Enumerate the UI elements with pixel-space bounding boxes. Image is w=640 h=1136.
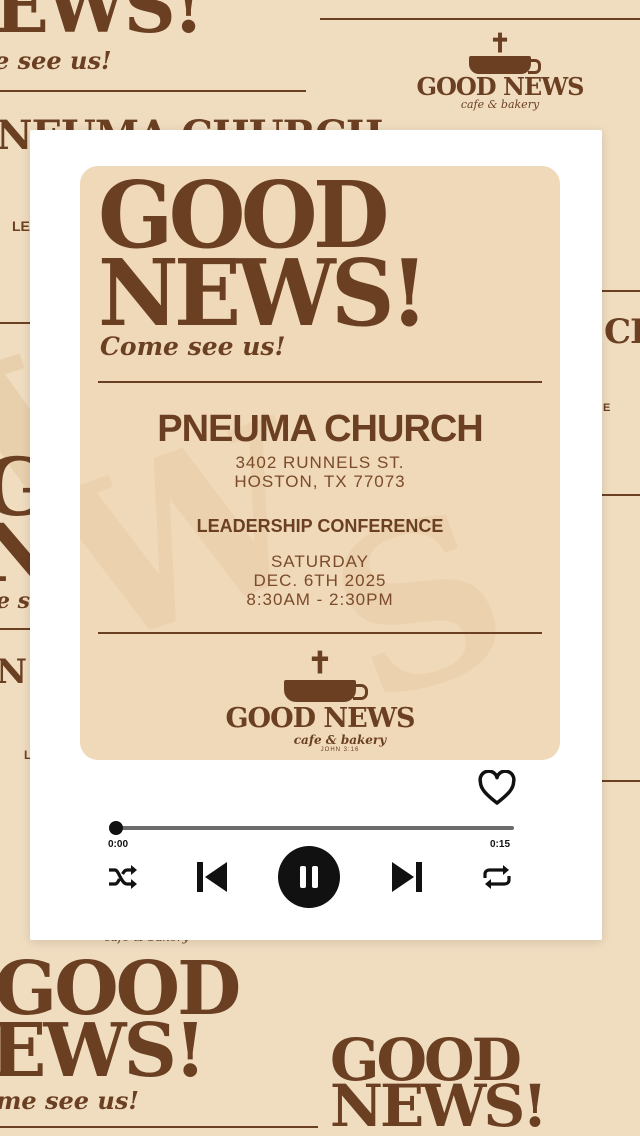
cafe-logo: ✝ GOOD NEWS cafe & bakery JOHN 3:16 <box>80 647 560 754</box>
logo-sub: cafe & bakery <box>293 733 387 747</box>
bg-logo-word: GOOD NEWS <box>416 72 585 101</box>
cross-icon: ✝ <box>489 28 511 58</box>
next-icon[interactable] <box>388 858 426 896</box>
venue-name: PNEUMA CHURCH <box>157 408 483 450</box>
venue-address: 3402 RUNNELS ST. HOSTON, TX 77073 <box>80 453 560 491</box>
poster-headline: GOOD NEWS! <box>98 169 437 347</box>
bg-fragment: N <box>0 652 27 692</box>
pause-button[interactable] <box>278 846 340 908</box>
bg-fragment: e s <box>0 588 31 614</box>
heart-icon[interactable] <box>478 770 516 806</box>
pause-icon-bar <box>312 866 318 888</box>
repeat-icon[interactable] <box>480 862 514 892</box>
event-title: LEADERSHIP CONFERENCE <box>196 516 444 536</box>
bg-fragment: LE <box>12 218 30 234</box>
shuffle-icon[interactable] <box>106 862 140 892</box>
bg-divider <box>602 780 640 782</box>
event-date: DEC. 6TH 2025 <box>253 571 387 590</box>
cross-icon: ✝ <box>307 647 333 680</box>
coffee-cup-icon <box>284 680 368 702</box>
bg-tagline-bottom: me see us! <box>0 1086 139 1115</box>
event-day: SATURDAY <box>270 552 370 571</box>
progress-bar[interactable] <box>116 826 514 830</box>
logo-verse: JOHN 3:16 <box>320 747 360 753</box>
address-line-2: HOSTON, TX 77073 <box>234 472 406 491</box>
headline-line-2: NEWS! <box>98 239 429 347</box>
bg-headline-top: EWS! <box>0 0 204 49</box>
address-line-1: 3402 RUNNELS ST. <box>235 453 405 472</box>
bg-fragment: E <box>603 402 611 414</box>
bg-headline-bottom-right: NEWS! <box>330 1072 548 1136</box>
event-time: 8:30AM - 2:30PM <box>246 590 394 609</box>
logo-word: GOOD NEWS <box>225 703 416 734</box>
bg-divider <box>602 290 640 292</box>
total-duration: 0:15 <box>490 839 511 850</box>
coffee-cup-icon <box>469 56 541 74</box>
poster-tagline: Come see us! <box>100 332 286 361</box>
bg-divider <box>602 494 640 496</box>
bg-divider <box>0 628 30 630</box>
bg-fragment: CH <box>604 312 640 352</box>
music-player-card: W S GOOD NEWS! Come see us! PNEUMA CHURC… <box>30 130 602 940</box>
bg-logo: ✝ GOOD NEWS cafe & bakery <box>410 30 590 111</box>
bg-tagline-top: e see us! <box>0 46 112 75</box>
bg-divider <box>320 18 640 20</box>
album-artwork: W S GOOD NEWS! Come see us! PNEUMA CHURC… <box>80 166 560 760</box>
bg-headline-bottom-left: EWS! <box>0 1008 206 1094</box>
event-schedule: SATURDAY DEC. 6TH 2025 8:30AM - 2:30PM <box>80 552 560 609</box>
poster-divider-bottom <box>98 632 542 634</box>
elapsed-time: 0:00 <box>108 839 129 850</box>
bg-divider <box>0 322 30 324</box>
progress-handle[interactable] <box>109 821 123 835</box>
poster-divider-top <box>98 381 542 383</box>
previous-icon[interactable] <box>193 858 231 896</box>
bg-divider <box>0 1126 318 1128</box>
bg-divider <box>0 90 306 92</box>
pause-icon-bar <box>300 866 306 888</box>
